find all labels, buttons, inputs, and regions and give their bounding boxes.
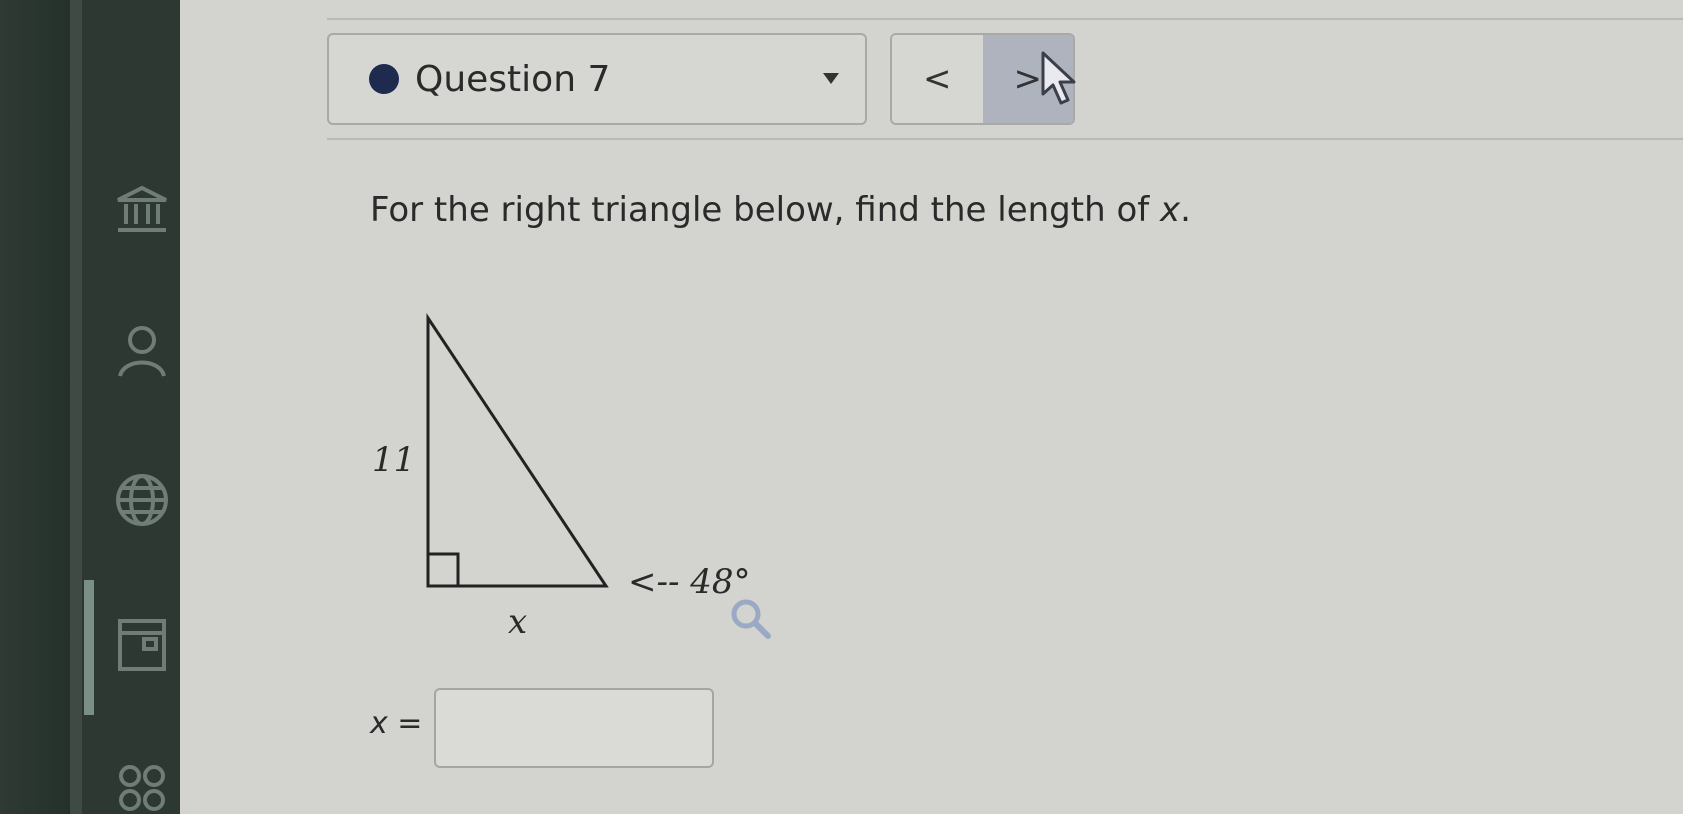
caret-down-icon (823, 73, 839, 84)
mouse-cursor-icon (1041, 51, 1076, 105)
prompt-text: For the right triangle below, find the l… (370, 190, 1161, 230)
answer-label: x = (370, 706, 422, 741)
globe-icon[interactable] (112, 470, 172, 530)
prompt-suffix: . (1180, 190, 1191, 230)
question-label: Question 7 (415, 58, 611, 100)
group-icon[interactable] (112, 760, 172, 814)
calendar-icon[interactable] (112, 615, 172, 675)
sidebar (0, 0, 220, 814)
triangle-shape (426, 313, 609, 588)
prompt-variable: x (1160, 190, 1181, 230)
answer-input[interactable] (434, 688, 714, 768)
answer-variable: x (370, 706, 388, 741)
base-variable-label: x (508, 602, 528, 642)
magnifier-icon[interactable] (728, 596, 772, 640)
side-length-label: 11 (372, 440, 416, 480)
answer-equals: = (387, 706, 423, 741)
sidebar-edge (70, 0, 82, 814)
question-selector[interactable]: Question 7 (327, 33, 867, 125)
prev-question-button[interactable]: < (892, 35, 983, 123)
question-status-dot (369, 64, 399, 94)
question-prompt: For the right triangle below, find the l… (370, 190, 1191, 230)
top-divider (327, 18, 1683, 20)
sidebar-active-indicator (84, 580, 94, 715)
right-angle-marker (426, 552, 460, 588)
person-icon[interactable] (112, 320, 172, 380)
sidebar-panel (82, 0, 180, 814)
bank-icon[interactable] (112, 180, 172, 240)
header-divider (327, 138, 1683, 140)
